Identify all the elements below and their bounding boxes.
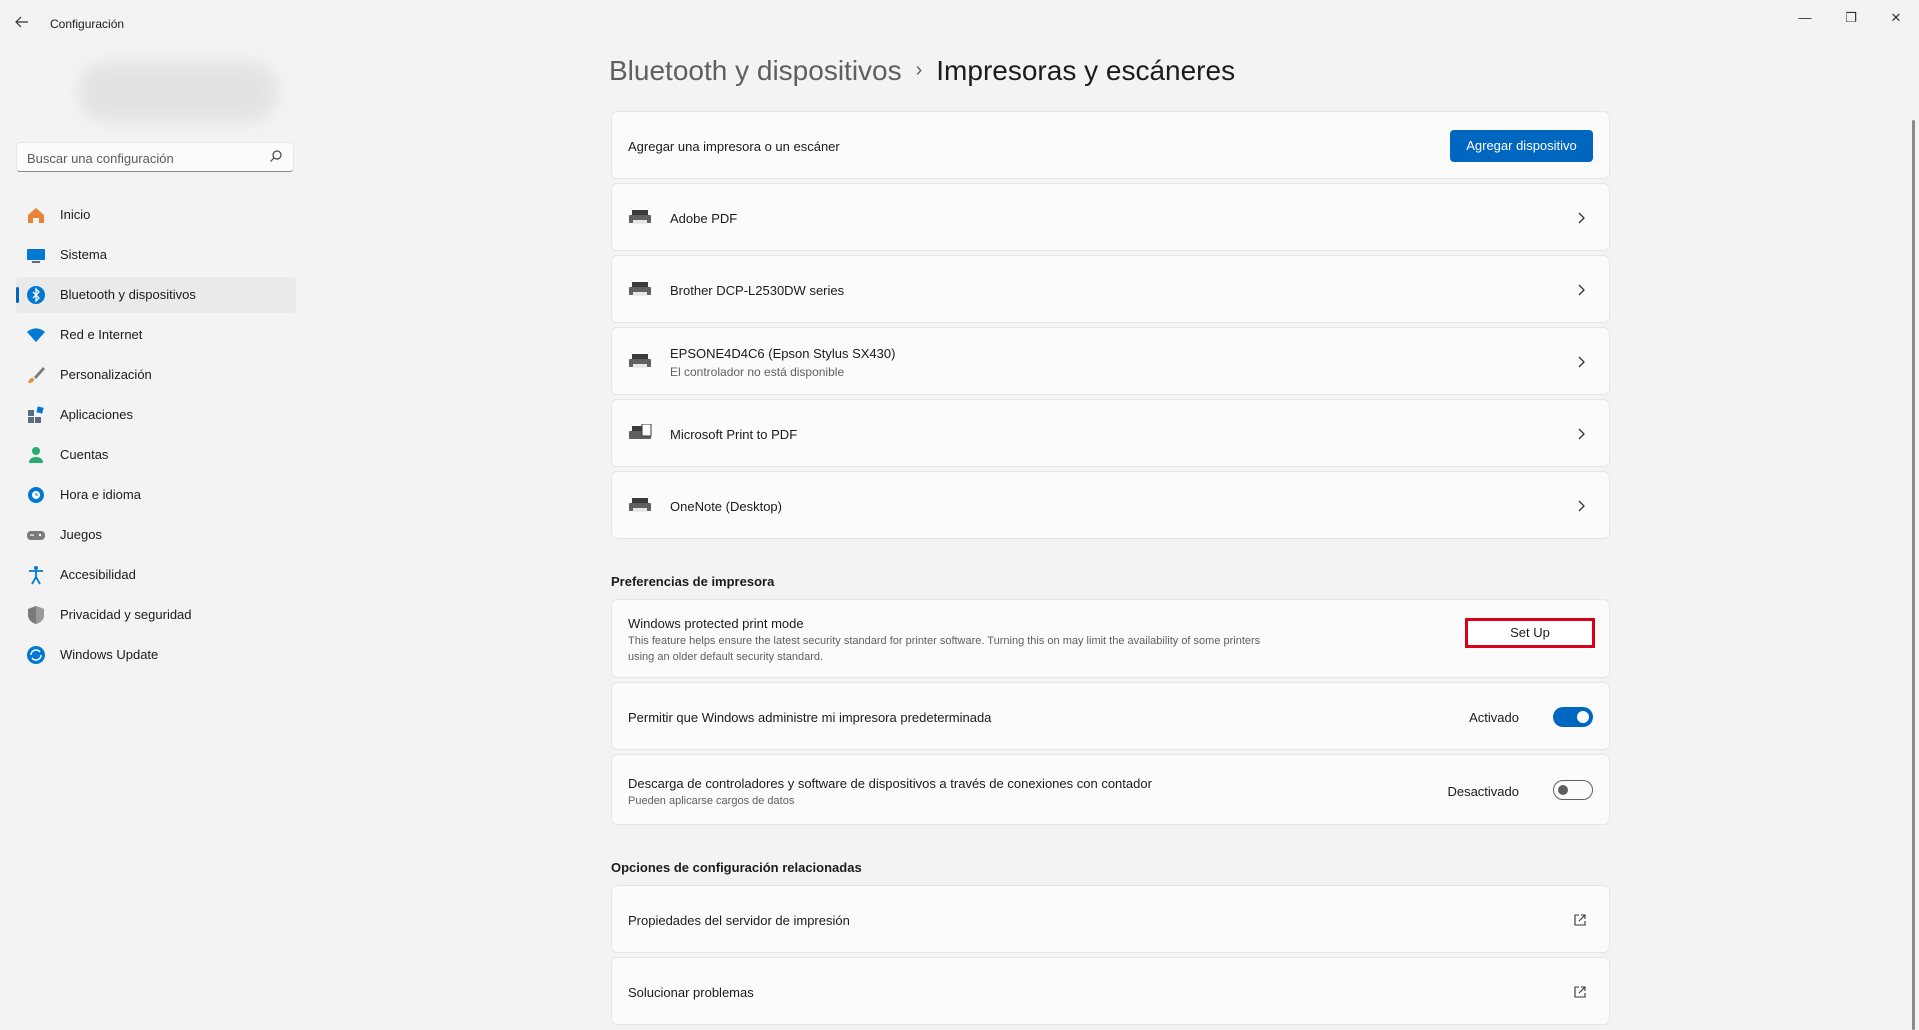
search-placeholder: Buscar una configuración [27, 151, 174, 166]
brush-icon [28, 367, 45, 383]
metered-connection-card: Descarga de controladores y software de … [611, 754, 1610, 825]
sidebar-item-label: Red e Internet [60, 327, 143, 342]
printer-row-adobe-pdf[interactable]: Adobe PDF [611, 183, 1610, 251]
sidebar-item-label: Bluetooth y dispositivos [60, 287, 196, 302]
sidebar-item-inicio[interactable]: Inicio [16, 197, 296, 233]
apps-icon [28, 406, 44, 423]
chevron-right-icon [1578, 212, 1585, 224]
chevron-right-icon [1578, 500, 1585, 512]
printer-name: OneNote (Desktop) [670, 499, 782, 514]
sidebar-item-label: Sistema [60, 247, 107, 262]
sidebar-item-cuentas[interactable]: Cuentas [16, 437, 296, 473]
search-input[interactable]: Buscar una configuración [16, 142, 294, 172]
related-item-print-server[interactable]: Propiedades del servidor de impresión [611, 885, 1610, 953]
related-item-label: Propiedades del servidor de impresión [628, 913, 850, 928]
bluetooth-icon [27, 286, 45, 304]
metered-sub: Pueden aplicarse cargos de datos [628, 795, 795, 807]
person-icon [29, 447, 43, 463]
sidebar-item-personalizacion[interactable]: Personalización [16, 357, 296, 393]
default-printer-toggle[interactable] [1553, 707, 1593, 727]
sidebar-item-label: Accesibilidad [60, 567, 136, 582]
sidebar-item-red[interactable]: Red e Internet [16, 317, 296, 353]
sidebar-item-bluetooth[interactable]: Bluetooth y dispositivos [16, 277, 296, 313]
maximize-button[interactable]: ❐ [1836, 8, 1866, 28]
related-item-label: Solucionar problemas [628, 985, 754, 1000]
printer-row-onenote[interactable]: OneNote (Desktop) [611, 471, 1610, 539]
default-printer-label: Permitir que Windows administre mi impre… [628, 710, 992, 725]
printer-icon [629, 498, 651, 512]
app-title: Configuración [50, 17, 125, 31]
printer-icon [629, 210, 651, 224]
printer-row-epson[interactable]: EPSONE4D4C6 (Epson Stylus SX430) El cont… [611, 327, 1610, 395]
search-icon[interactable] [269, 149, 283, 163]
update-icon [27, 646, 45, 664]
printer-name: Microsoft Print to PDF [670, 427, 798, 442]
chevron-right-icon [1578, 284, 1585, 296]
chevron-right-icon: › [915, 59, 923, 81]
metered-toggle[interactable] [1553, 780, 1593, 800]
chevron-right-icon [1578, 356, 1585, 368]
protected-mode-desc-line2: using an older default security standard… [628, 651, 824, 663]
add-printer-label: Agregar una impresora o un escáner [628, 139, 840, 154]
close-button[interactable]: ✕ [1881, 8, 1911, 28]
related-item-troubleshoot[interactable]: Solucionar problemas [611, 957, 1610, 1025]
chevron-right-icon [1578, 428, 1585, 440]
sidebar-item-accesibilidad[interactable]: Accesibilidad [16, 557, 296, 593]
minimize-button[interactable]: — [1790, 8, 1820, 28]
scrollbar[interactable] [1912, 120, 1915, 1030]
printer-pdf-icon [629, 424, 652, 439]
printer-status: El controlador no está disponible [670, 365, 845, 379]
set-up-button[interactable]: Set Up [1465, 618, 1595, 648]
globe-clock-icon [28, 487, 44, 503]
title-bar: Configuración — ❐ ✕ [0, 0, 1919, 48]
protected-mode-title: Windows protected print mode [628, 616, 804, 631]
printer-row-microsoft-print-to-pdf[interactable]: Microsoft Print to PDF [611, 399, 1610, 467]
sidebar-item-label: Cuentas [60, 447, 109, 462]
printer-icon [629, 282, 651, 296]
add-printer-card: Agregar una impresora o un escáner Agreg… [611, 111, 1610, 179]
sidebar-item-label: Aplicaciones [60, 407, 133, 422]
sidebar-item-label: Personalización [60, 367, 152, 382]
home-icon [28, 208, 44, 223]
printer-name: Brother DCP-L2530DW series [670, 283, 845, 298]
sidebar-item-label: Hora e idioma [60, 487, 141, 502]
page-title: Impresoras y escáneres [936, 55, 1236, 86]
back-arrow-icon[interactable] [14, 14, 34, 34]
metered-state: Desactivado [1447, 784, 1519, 799]
protected-print-mode-card: Windows protected print mode This featur… [611, 599, 1610, 678]
sidebar-item-label: Juegos [60, 527, 102, 542]
open-external-icon [1574, 986, 1586, 998]
add-device-button[interactable]: Agregar dispositivo [1450, 130, 1593, 162]
sidebar-item-label: Privacidad y seguridad [60, 607, 192, 622]
section-title-preferences: Preferencias de impresora [611, 574, 775, 589]
breadcrumb: Bluetooth y dispositivos › Impresoras y es… [609, 55, 1235, 87]
printer-name: EPSONE4D4C6 (Epson Stylus SX430) [670, 346, 896, 361]
default-printer-card: Permitir que Windows administre mi impre… [611, 682, 1610, 750]
sidebar-item-windows-update[interactable]: Windows Update [16, 637, 296, 673]
monitor-icon [27, 249, 45, 263]
metered-label: Descarga de controladores y software de … [628, 776, 1152, 791]
sidebar-item-label: Inicio [60, 207, 91, 222]
gamepad-icon [27, 531, 45, 540]
printer-name: Adobe PDF [670, 211, 738, 226]
printer-icon [629, 354, 651, 368]
wifi-icon [27, 328, 45, 342]
sidebar-item-juegos[interactable]: Juegos [16, 517, 296, 553]
protected-mode-desc-line1: This feature helps ensure the latest sec… [628, 635, 1261, 647]
open-external-icon [1574, 914, 1586, 926]
sidebar-nav: Inicio Sistema Bluetooth y dispositivos … [16, 197, 296, 677]
shield-icon [28, 606, 44, 624]
default-printer-state: Activado [1469, 710, 1519, 725]
section-title-related: Opciones de configuración relacionadas [611, 860, 862, 875]
sidebar-item-aplicaciones[interactable]: Aplicaciones [16, 397, 296, 433]
sidebar-item-hora[interactable]: Hora e idioma [16, 477, 296, 513]
printer-row-brother[interactable]: Brother DCP-L2530DW series [611, 255, 1610, 323]
sidebar-item-privacidad[interactable]: Privacidad y seguridad [16, 597, 296, 633]
accessibility-icon [29, 566, 43, 585]
sidebar-item-label: Windows Update [60, 647, 159, 662]
user-profile-blurred[interactable] [78, 62, 278, 122]
breadcrumb-parent[interactable]: Bluetooth y dispositivos [609, 55, 902, 86]
sidebar-item-sistema[interactable]: Sistema [16, 237, 296, 273]
